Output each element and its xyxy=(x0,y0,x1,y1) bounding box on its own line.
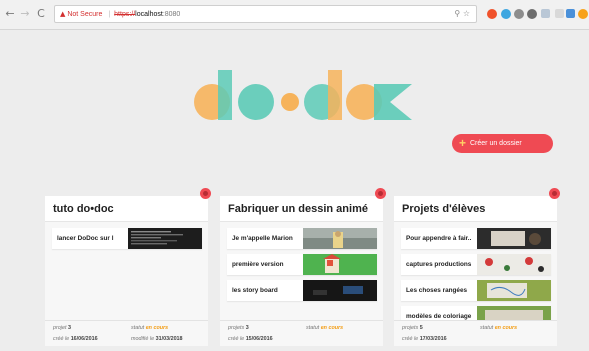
search-icon[interactable]: ⚲ xyxy=(454,9,460,18)
project-label: captures productions xyxy=(406,261,472,268)
project-thumbnail xyxy=(303,228,377,249)
projects-word: projets xyxy=(402,325,419,331)
extension-icon-6[interactable] xyxy=(555,9,564,18)
address-bar-icons: ⚲ ☆ xyxy=(454,6,470,22)
delete-folder-icon[interactable] xyxy=(375,188,386,199)
extension-icon-4[interactable] xyxy=(527,9,537,19)
url-host: localhost xyxy=(135,11,163,18)
created-date: 15/06/2016 xyxy=(245,336,273,342)
project-item[interactable]: Pour appendre à fair.. xyxy=(401,228,551,249)
project-label: Pour appendre à fair.. xyxy=(406,235,472,242)
delete-folder-icon[interactable] xyxy=(549,188,560,199)
extension-icon-1[interactable] xyxy=(487,9,497,19)
status-value: en cours xyxy=(145,325,169,331)
extension-icon-2[interactable] xyxy=(501,9,511,19)
project-thumbnail xyxy=(477,254,551,275)
folder-footer: projets 3 statut en cours créé le 15/06/… xyxy=(220,320,383,346)
created-date: 17/03/2016 xyxy=(419,336,447,342)
project-item[interactable]: première version xyxy=(227,254,377,275)
project-list: Je m'appelle Marion première version les… xyxy=(227,228,377,306)
url-port: :8080 xyxy=(162,11,181,18)
projects-count: 3 xyxy=(68,325,71,331)
project-item[interactable]: captures productions xyxy=(401,254,551,275)
bookmark-star-icon[interactable]: ☆ xyxy=(463,9,470,18)
project-thumbnail xyxy=(477,280,551,301)
project-thumbnail xyxy=(303,254,377,275)
dodoc-logo xyxy=(194,70,412,120)
create-folder-button[interactable]: + Créer un dossier xyxy=(452,134,553,153)
address-separator: | xyxy=(108,11,111,18)
created-date: 16/06/2016 xyxy=(70,336,98,342)
status-word: statut xyxy=(306,325,320,331)
folder-footer: projets 5 statut en cours créé le 17/03/… xyxy=(394,320,557,346)
warning-icon: ▲ xyxy=(60,10,66,18)
status-word: statut xyxy=(480,325,494,331)
modified-date: 31/03/2018 xyxy=(155,336,183,342)
projects-word: projet xyxy=(53,325,67,331)
project-item[interactable]: les story board xyxy=(227,280,377,301)
folder-card-projets-eleves[interactable]: Projets d'élèves Pour appendre à fair.. … xyxy=(394,188,560,346)
plus-icon: + xyxy=(459,136,467,150)
forward-arrow-icon[interactable]: → xyxy=(19,7,31,21)
project-item[interactable]: Je m'appelle Marion xyxy=(227,228,377,249)
extension-icon-5[interactable] xyxy=(541,9,550,18)
folder-title: Fabriquer un dessin animé xyxy=(220,196,383,222)
status-value: en cours xyxy=(320,325,344,331)
url-protocol: https:// xyxy=(114,11,136,18)
folder-footer: projet 3 statut en cours créé le 16/06/2… xyxy=(45,320,208,346)
back-arrow-icon[interactable]: ← xyxy=(4,7,16,21)
modified-word: modifié le xyxy=(131,336,155,342)
project-label: les story board xyxy=(232,287,278,294)
project-item[interactable]: Les choses rangées xyxy=(401,280,551,301)
extension-icon-8[interactable] xyxy=(578,9,588,19)
reload-icon[interactable]: C xyxy=(35,7,47,21)
project-thumbnail xyxy=(128,228,202,249)
folder-title: tuto do•doc xyxy=(45,196,208,222)
project-list: lancer DoDoc sur l xyxy=(52,228,202,254)
projects-count: 5 xyxy=(419,325,423,331)
browser-toolbar: ← → C ▲ Not Secure | https://localhost:80… xyxy=(0,0,589,30)
project-label: lancer DoDoc sur l xyxy=(57,235,114,242)
project-label: Les choses rangées xyxy=(406,287,468,294)
not-secure-label[interactable]: Not Secure xyxy=(67,11,102,18)
extension-icon-7[interactable] xyxy=(566,9,575,18)
created-word: créé le xyxy=(402,336,419,342)
projects-word: projets xyxy=(228,325,245,331)
folder-card-dessin-anime[interactable]: Fabriquer un dessin animé Je m'appelle M… xyxy=(220,188,386,346)
project-thumbnail xyxy=(477,228,551,249)
projects-count: 3 xyxy=(245,325,249,331)
project-label: Je m'appelle Marion xyxy=(232,235,293,242)
delete-folder-icon[interactable] xyxy=(200,188,211,199)
create-folder-label: Créer un dossier xyxy=(470,140,522,147)
folder-title: Projets d'élèves xyxy=(394,196,557,222)
extension-icon-3[interactable] xyxy=(514,9,524,19)
created-word: créé le xyxy=(228,336,245,342)
project-list: Pour appendre à fair.. captures producti… xyxy=(401,228,551,332)
status-word: statut xyxy=(131,325,145,331)
project-item[interactable]: lancer DoDoc sur l xyxy=(52,228,202,249)
folder-card-tuto-dodoc[interactable]: tuto do•doc lancer DoDoc sur l projet 3 … xyxy=(45,188,211,346)
created-word: créé le xyxy=(53,336,70,342)
status-value: en cours xyxy=(494,325,518,331)
address-bar[interactable]: ▲ Not Secure | https://localhost:8080 ⚲ ☆ xyxy=(54,5,477,23)
project-thumbnail xyxy=(303,280,377,301)
project-label: première version xyxy=(232,261,284,268)
